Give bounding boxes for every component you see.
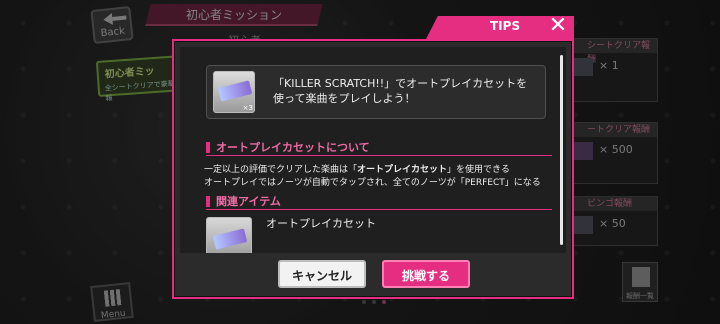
mission-line-2: 使って楽曲をプレイしよう！: [273, 92, 416, 105]
about-line-2: オートプレイではノーツが自動でタップされ、全てのノーツが「PERFECT」になる: [204, 178, 541, 188]
close-icon[interactable]: ✕: [546, 14, 570, 38]
about-line-1: 一定以上の評価でクリアした楽曲は「オートプレイカセット」を使用できる: [204, 162, 510, 175]
scrollbar[interactable]: [560, 55, 563, 245]
mission-line-1: 「KILLER SCRATCH!!」でオートプレイカセットを: [273, 77, 528, 90]
about-line-1-pre: 一定以上の評価でクリアした楽曲は「: [204, 165, 358, 175]
related-item-name: オートプレイカセット: [266, 217, 376, 230]
cassette-label: [217, 80, 253, 102]
about-line-1-post: 」を使用できる: [447, 165, 510, 175]
cassette-label: [212, 228, 248, 250]
challenge-button[interactable]: 挑戦する: [382, 260, 470, 288]
section-heading-related: 関連アイテム: [206, 194, 552, 210]
dialog-content: ×3 「KILLER SCRATCH!!」でオートプレイカセットを 使って楽曲を…: [180, 47, 566, 253]
cancel-button[interactable]: キャンセル: [278, 260, 366, 288]
section-heading-about: オートプレイカセットについて: [206, 140, 552, 156]
tips-label: TIPS: [490, 19, 521, 33]
cassette-icon: [206, 217, 252, 253]
about-line-1-bold: オートプレイカセット: [357, 165, 448, 175]
cassette-icon: ×3: [213, 71, 255, 113]
mission-box: ×3 「KILLER SCRATCH!!」でオートプレイカセットを 使って楽曲を…: [206, 65, 546, 119]
mission-text: 「KILLER SCRATCH!!」でオートプレイカセットを 使って楽曲をプレイ…: [273, 76, 533, 106]
tips-dialog: ×3 「KILLER SCRATCH!!」でオートプレイカセットを 使って楽曲を…: [172, 39, 574, 299]
item-count: ×3: [242, 104, 253, 112]
